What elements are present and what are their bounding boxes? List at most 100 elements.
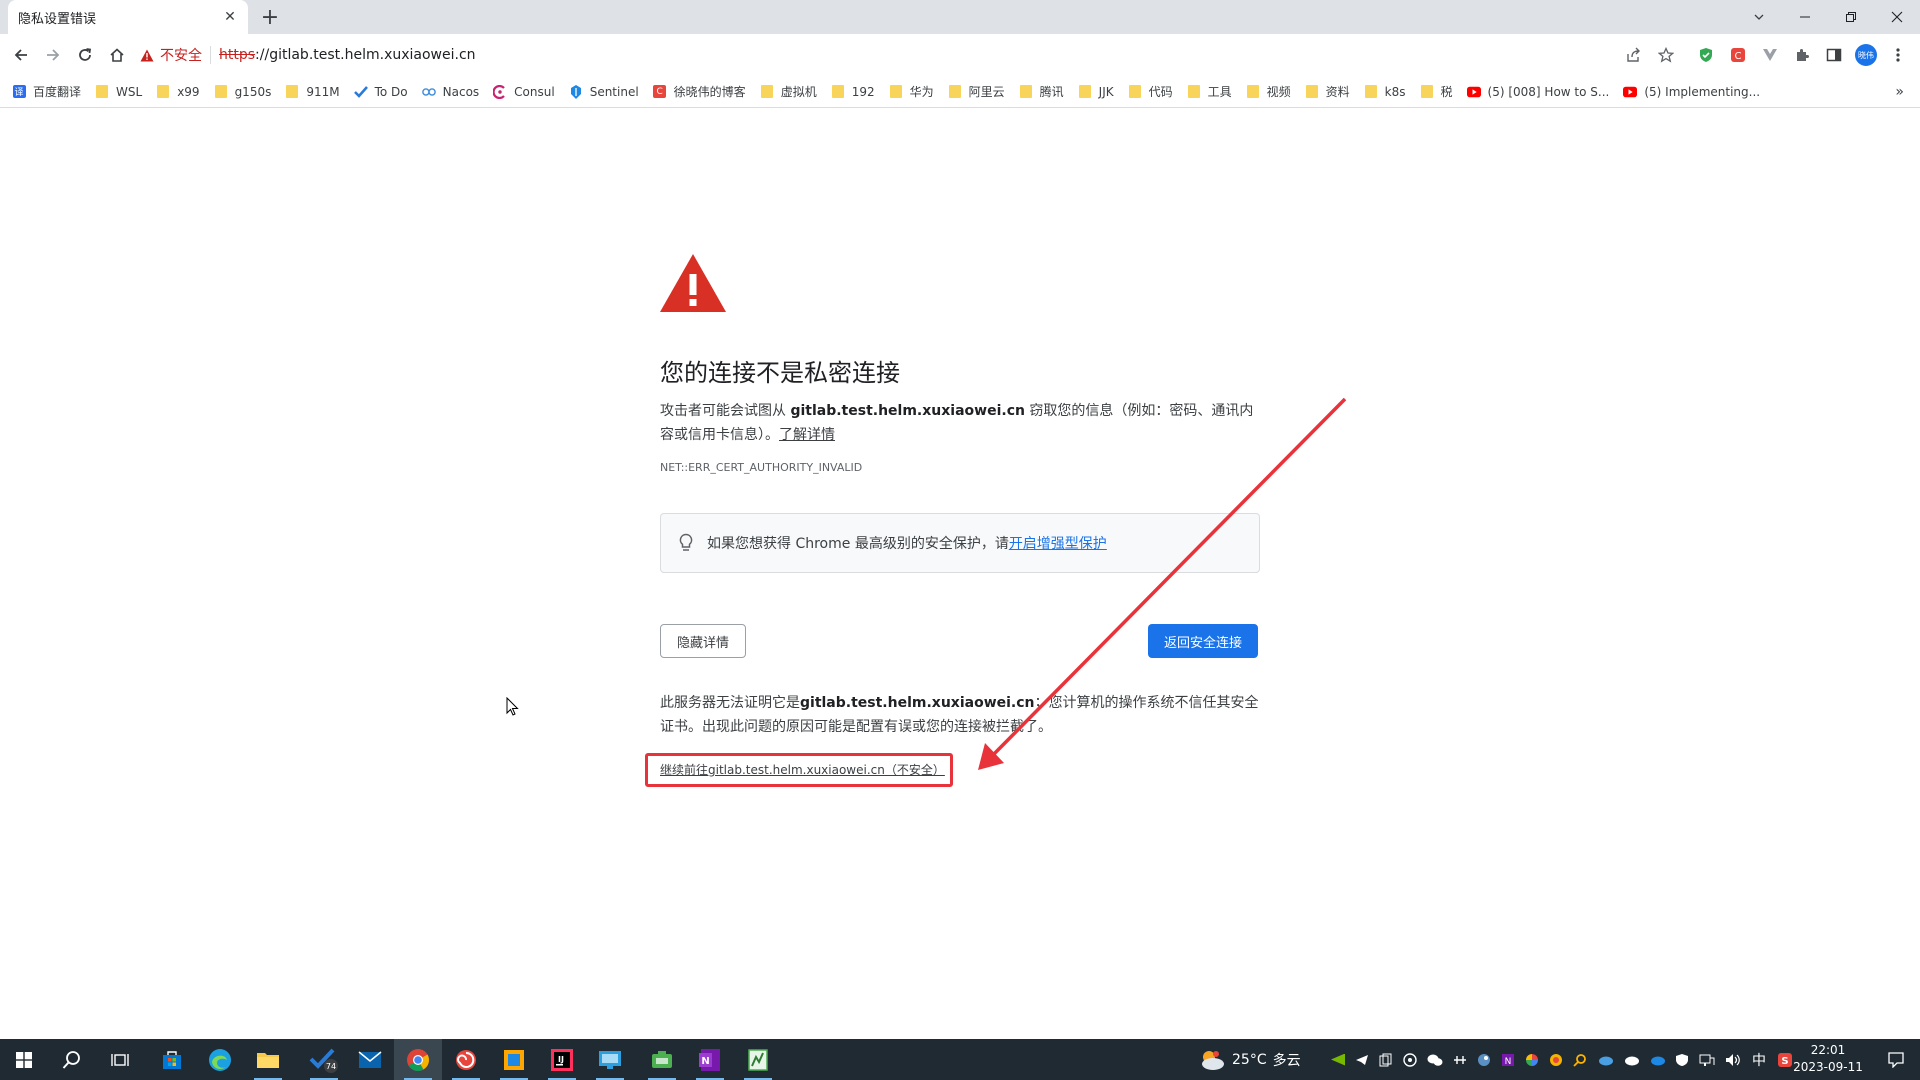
weather-widget[interactable]: 25°C 多云 <box>1198 1039 1301 1080</box>
volume-icon[interactable] <box>1725 1053 1741 1067</box>
url-text[interactable]: https://gitlab.test.helm.xuxiaowei.cn <box>219 47 476 63</box>
vue-devtools-icon[interactable] <box>1758 43 1782 67</box>
blue-square-app-icon[interactable] <box>490 1039 538 1080</box>
ime-indicator[interactable]: 中 <box>1752 1050 1766 1070</box>
nacos-icon <box>421 85 436 99</box>
bookmark-item[interactable]: 192 <box>831 85 875 99</box>
copy-tray-icon[interactable] <box>1379 1053 1393 1067</box>
bookmark-item[interactable]: 资料 <box>1305 83 1350 100</box>
bookmark-item[interactable]: Consul <box>493 84 555 99</box>
nvidia-tray-icon[interactable] <box>1331 1053 1345 1066</box>
bookmark-item[interactable]: 华为 <box>889 83 934 100</box>
notepad-plus-icon[interactable] <box>734 1039 782 1080</box>
bookmark-item[interactable]: JJK <box>1078 85 1114 99</box>
profile-avatar[interactable]: 晓伟 <box>1854 43 1878 67</box>
telegram-tray-icon[interactable] <box>1355 1053 1369 1067</box>
notification-center-icon[interactable] <box>1872 1039 1920 1080</box>
not-secure-label: 不安全 <box>160 48 202 64</box>
bookmark-item[interactable]: 911M <box>285 85 340 99</box>
c-extension-icon[interactable]: C <box>1726 43 1750 67</box>
bookmark-item[interactable]: 视频 <box>1246 83 1291 100</box>
bookmark-item[interactable]: x99 <box>156 85 200 99</box>
back-button[interactable] <box>8 42 34 68</box>
bookmark-item[interactable]: C 徐晓伟的博客 <box>653 83 746 100</box>
onenote-tray-icon[interactable]: N <box>1501 1053 1515 1067</box>
bookmark-label: 徐晓伟的博客 <box>673 85 746 99</box>
svg-text:N: N <box>701 1056 709 1067</box>
not-secure-chip[interactable]: 不安全 <box>140 45 202 65</box>
taskbar-clock[interactable]: 22:01 2023-09-11 <box>1788 1042 1868 1076</box>
share-icon[interactable] <box>1622 43 1646 67</box>
bookmark-item[interactable]: 工具 <box>1187 83 1232 100</box>
folder-icon <box>1420 85 1434 99</box>
search-key-tray-icon[interactable] <box>1573 1053 1587 1067</box>
menu-kebab-icon[interactable] <box>1886 43 1910 67</box>
bookmark-item[interactable]: To Do <box>353 85 408 99</box>
todo-app-icon[interactable]: 74 <box>300 1039 348 1080</box>
tab-close-icon[interactable]: ✕ <box>222 9 238 25</box>
bookmark-item[interactable]: 译百度翻译 <box>12 83 81 100</box>
youtube-icon <box>1623 85 1638 99</box>
bookmark-item[interactable]: g150s <box>214 85 271 99</box>
tab-strip: 隐私设置错误 ✕ + <box>0 0 1920 34</box>
folder-icon <box>1128 85 1142 99</box>
onedrive-tray-icon[interactable] <box>1597 1054 1613 1066</box>
home-button[interactable] <box>104 42 130 68</box>
onedrive-business-tray-icon[interactable] <box>1649 1054 1665 1066</box>
wechat-tray-icon[interactable] <box>1427 1053 1443 1067</box>
start-windows-icon[interactable] <box>0 1039 48 1080</box>
wifi-network-icon[interactable] <box>1699 1053 1715 1067</box>
pinwheel-tray-icon[interactable] <box>1525 1053 1539 1067</box>
folder-icon <box>1078 85 1092 99</box>
extensions-puzzle-icon[interactable] <box>1790 43 1814 67</box>
file-explorer-icon[interactable] <box>244 1039 292 1080</box>
bookmark-label: 工具 <box>1207 85 1232 99</box>
bookmark-item[interactable]: Nacos <box>421 85 479 99</box>
github-tray-icon[interactable] <box>1403 1052 1417 1067</box>
mouse-cursor-icon <box>506 697 519 716</box>
steam-tray-icon[interactable] <box>1477 1053 1491 1067</box>
snail-app-icon[interactable] <box>442 1039 490 1080</box>
bookmark-item[interactable]: 虚拟机 <box>760 83 817 100</box>
bookmark-item[interactable]: Sentinel <box>569 84 639 99</box>
restore-button[interactable] <box>1828 0 1874 34</box>
remote-desktop-icon[interactable] <box>586 1039 634 1080</box>
reload-button[interactable] <box>72 42 98 68</box>
tab-active[interactable]: 隐私设置错误 ✕ <box>8 0 248 34</box>
green-app-icon[interactable] <box>638 1039 686 1080</box>
minimize-button[interactable] <box>1782 0 1828 34</box>
intellij-idea-icon[interactable]: IJ <box>538 1039 586 1080</box>
close-window-button[interactable] <box>1874 0 1920 34</box>
side-panel-icon[interactable] <box>1822 43 1846 67</box>
bookmark-item[interactable]: 代码 <box>1128 83 1173 100</box>
bookmark-item[interactable]: 税 <box>1420 83 1453 100</box>
onedrive-personal-tray-icon[interactable] <box>1623 1054 1639 1066</box>
bookmark-item[interactable]: 腾讯 <box>1019 83 1064 100</box>
mail-icon[interactable] <box>346 1039 394 1080</box>
bookmark-item[interactable]: (5) Implementing... <box>1623 85 1760 99</box>
bookmark-star-icon[interactable] <box>1654 43 1678 67</box>
chrome-taskbar-icon[interactable] <box>394 1039 442 1080</box>
tab-search-icon[interactable] <box>1736 0 1782 34</box>
bookmark-item[interactable]: 阿里云 <box>948 83 1005 100</box>
edge-browser-icon[interactable] <box>196 1039 244 1080</box>
network-tray-icon[interactable] <box>1453 1053 1467 1067</box>
forward-button[interactable] <box>40 42 66 68</box>
bookmark-item[interactable]: WSL <box>95 85 142 99</box>
colorful-circle-tray-icon[interactable] <box>1549 1053 1563 1067</box>
address-bar[interactable]: 不安全 https://gitlab.test.helm.xuxiaowei.c… <box>140 39 1670 71</box>
new-tab-button[interactable]: + <box>258 5 282 30</box>
task-view-icon[interactable] <box>96 1039 144 1080</box>
weather-temperature: 25°C <box>1232 1051 1267 1068</box>
shield-extension-icon[interactable] <box>1694 43 1718 67</box>
bookmark-label: 腾讯 <box>1039 85 1064 99</box>
bookmark-item[interactable]: k8s <box>1364 85 1406 99</box>
onenote-icon[interactable]: N <box>686 1039 734 1080</box>
taskbar-search-icon[interactable] <box>48 1039 96 1080</box>
bookmark-item[interactable]: (5) [008] How to S... <box>1466 84 1610 99</box>
bookmark-label: 阿里云 <box>968 85 1005 99</box>
bookmarks-overflow-button[interactable]: » <box>1895 84 1904 100</box>
microsoft-store-icon[interactable] <box>148 1039 196 1080</box>
security-shield-tray-icon[interactable] <box>1675 1053 1689 1067</box>
bookmark-label: (5) [008] How to S... <box>1487 84 1610 99</box>
